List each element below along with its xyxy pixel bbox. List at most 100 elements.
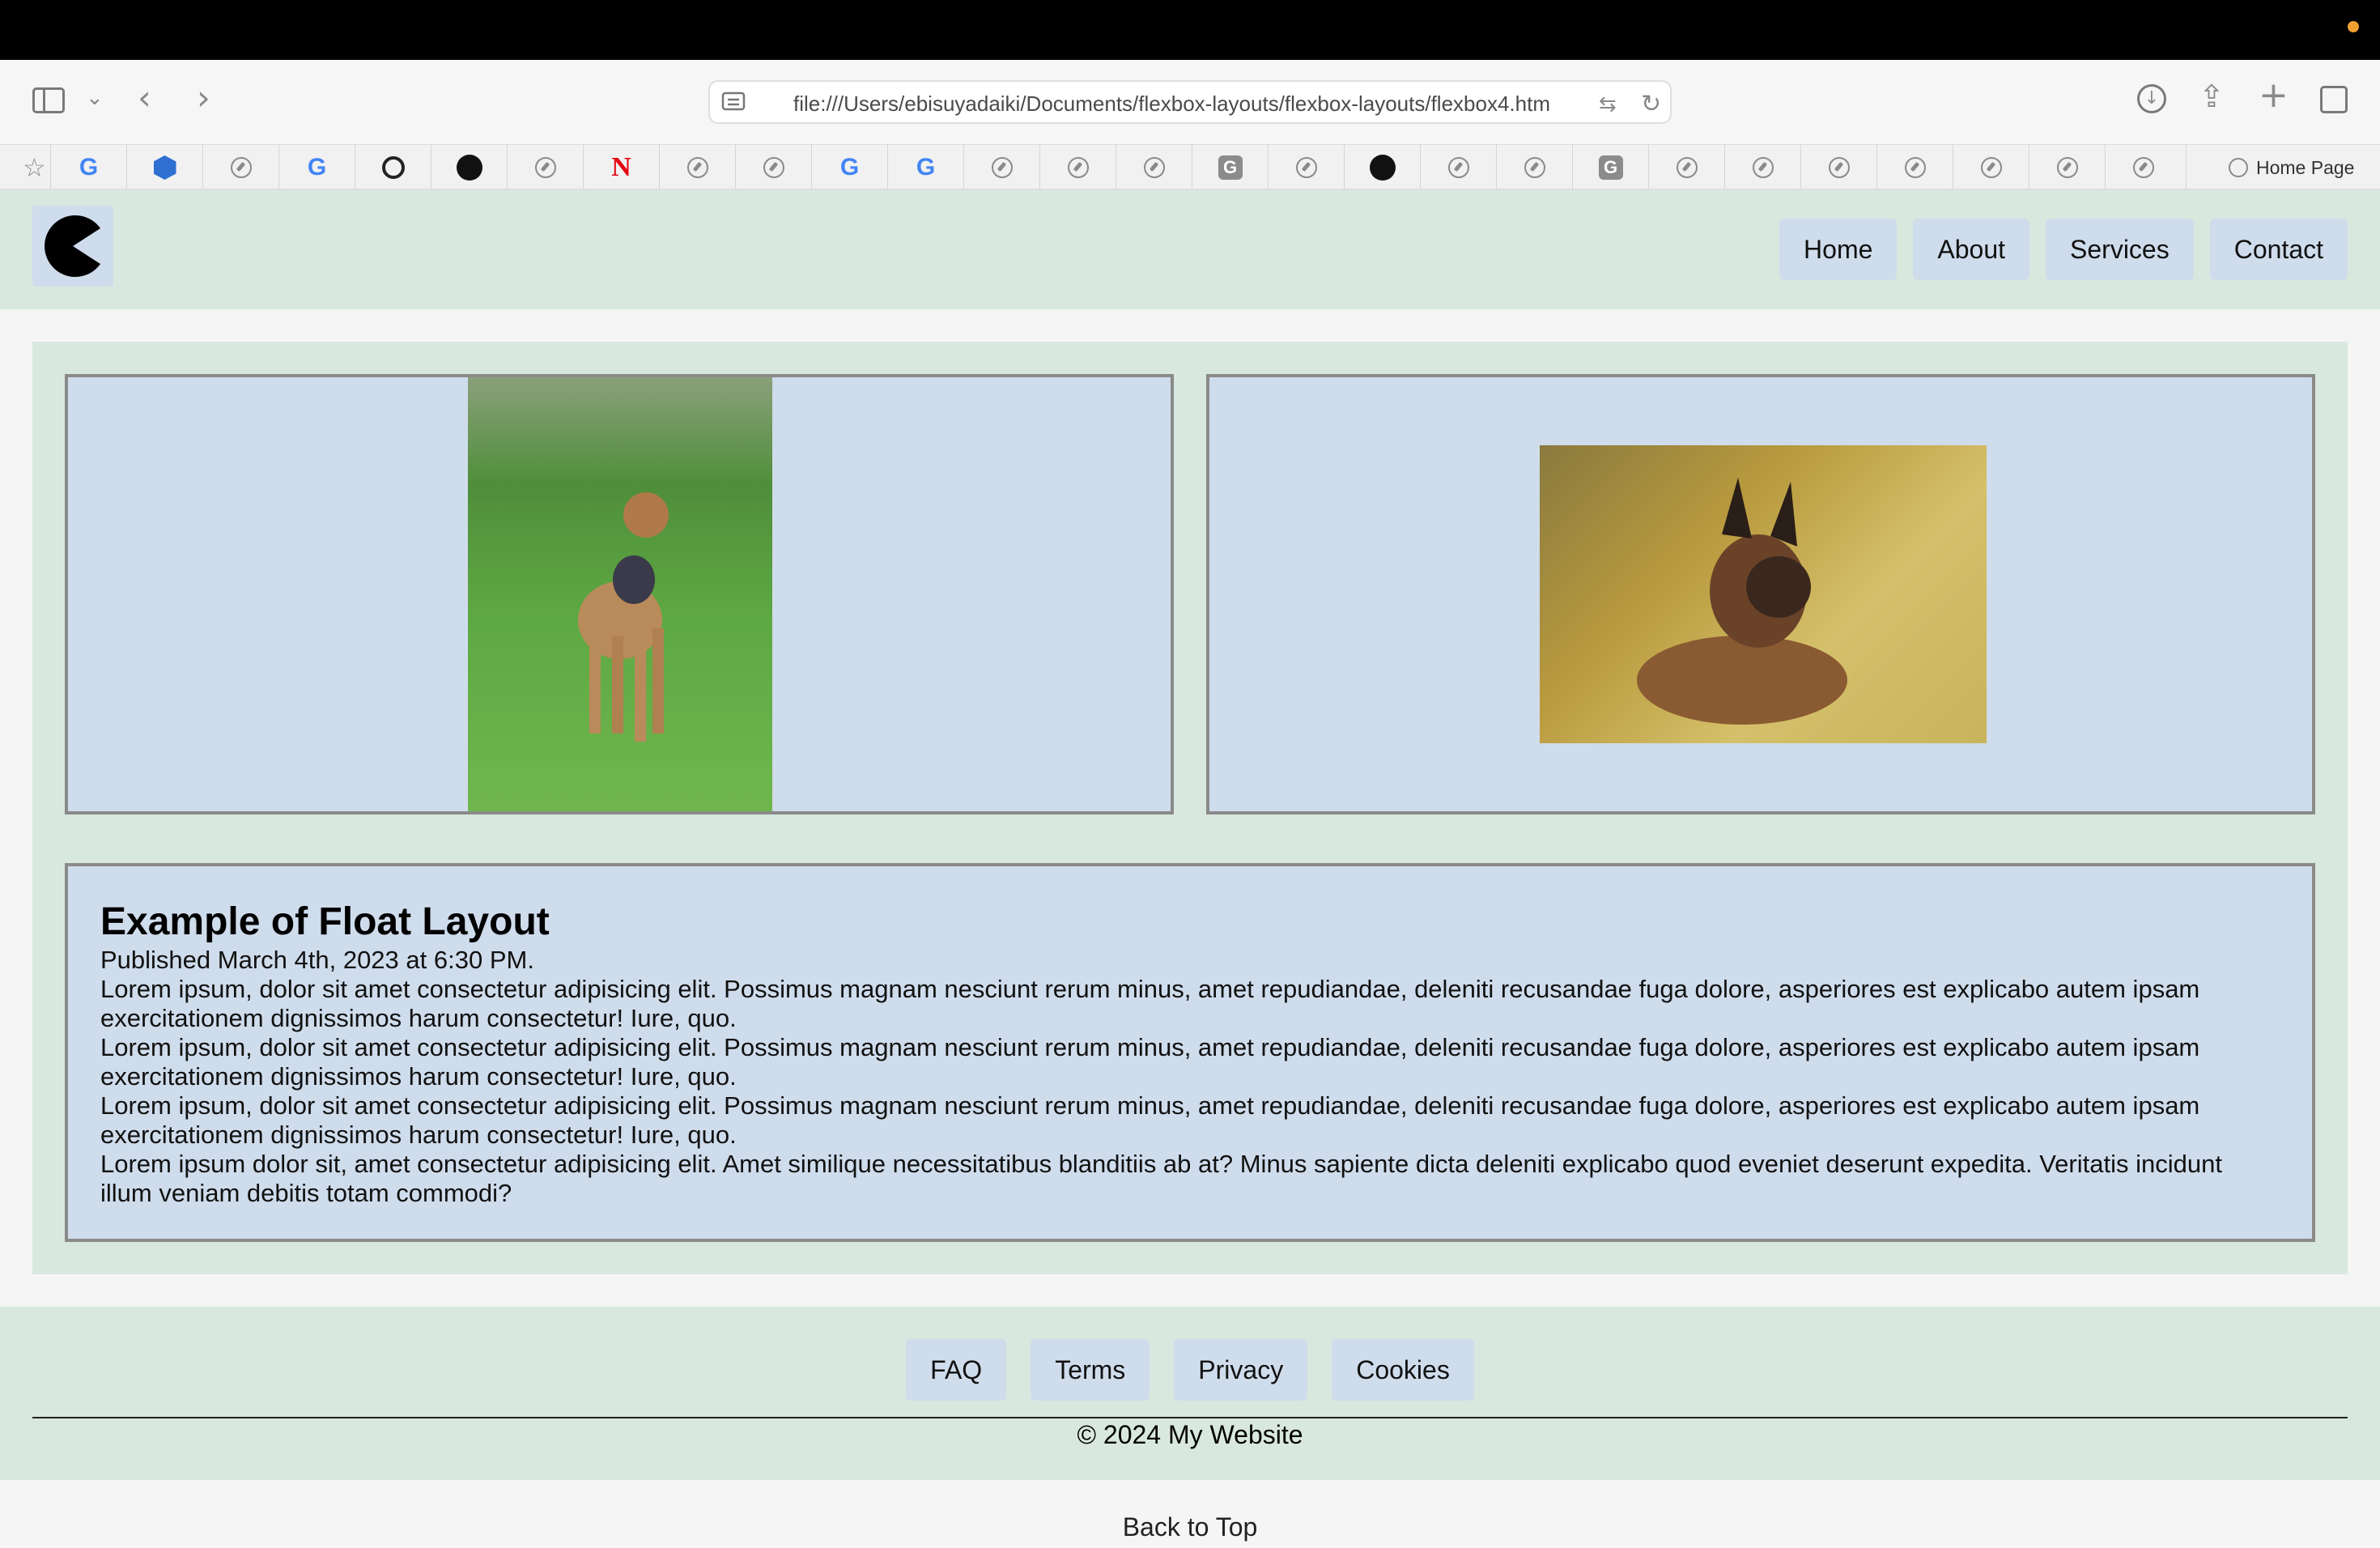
compass-icon (1067, 157, 1089, 178)
github-icon (1369, 155, 1396, 181)
favorite-item[interactable] (1953, 145, 2029, 190)
article-title: Example of Float Layout (100, 900, 550, 943)
site-footer: FAQ Terms Privacy Cookies © 2024 My Webs… (0, 1307, 2380, 1480)
favorite-item[interactable]: G (1192, 145, 1268, 190)
compass-icon (1447, 157, 1469, 178)
compass-icon (534, 157, 556, 178)
favorite-item[interactable] (1496, 145, 1572, 190)
g-box-icon: G (1598, 155, 1623, 180)
address-bar[interactable]: file:///Users/ebisuyadaiki/Documents/fle… (708, 80, 1672, 124)
favorites-bar: ☆ G G N G G G G Home Page (0, 144, 2380, 190)
favorite-item[interactable] (735, 145, 811, 190)
forward-arrow-icon[interactable]: › (197, 81, 210, 115)
netflix-icon: N (611, 152, 631, 182)
new-tab-icon[interactable]: + (2259, 78, 2289, 113)
compass-icon (1295, 157, 1317, 178)
favorite-item[interactable] (1039, 145, 1116, 190)
footer-divider (32, 1417, 2348, 1418)
image-card-shepherd (1206, 374, 2315, 814)
bookmark-star-icon[interactable]: ☆ (23, 155, 46, 181)
favorite-item[interactable]: G (887, 145, 963, 190)
google-icon: G (916, 154, 936, 181)
main-nav: Home About Services Contact (1779, 219, 2348, 280)
compass-icon (1143, 157, 1165, 178)
compass-icon (2132, 157, 2154, 178)
favorite-item[interactable] (1268, 145, 1344, 190)
article-paragraph: Lorem ipsum, dolor sit amet consectetur … (100, 1091, 2200, 1149)
favorite-item[interactable]: N (583, 145, 659, 190)
favorite-item[interactable] (1648, 145, 1724, 190)
article-paragraph: Lorem ipsum, dolor sit amet consectetur … (100, 974, 2200, 1032)
back-to-top-link[interactable]: Back to Top (0, 1512, 2380, 1542)
recording-indicator-icon (2348, 21, 2359, 32)
favorite-item[interactable] (355, 145, 431, 190)
back-arrow-icon[interactable]: ‹ (138, 81, 151, 115)
downloads-icon[interactable]: ↓ (2137, 84, 2166, 113)
nav-home-button[interactable]: Home (1779, 219, 1898, 280)
openai-icon (381, 156, 405, 179)
nav-services-button[interactable]: Services (2046, 219, 2194, 280)
nav-contact-button[interactable]: Contact (2209, 219, 2348, 280)
compass-icon (1524, 157, 1545, 178)
favorite-item[interactable] (1876, 145, 1953, 190)
article-paragraph: Lorem ipsum dolor sit, amet consectetur … (100, 1149, 2222, 1207)
footer-nav: FAQ Terms Privacy Cookies (0, 1339, 2380, 1401)
main-content: Example of Float Layout Published March … (32, 342, 2348, 1274)
nav-about-button[interactable]: About (1913, 219, 2030, 280)
footer-cookies-link[interactable]: Cookies (1332, 1339, 1474, 1401)
article-published: Published March 4th, 2023 at 6:30 PM. (100, 945, 534, 974)
google-icon: G (307, 154, 327, 181)
favorite-item[interactable] (659, 145, 735, 190)
pacman-logo-icon (45, 215, 100, 277)
favorite-item[interactable]: G (278, 145, 355, 190)
footer-privacy-link[interactable]: Privacy (1174, 1339, 1308, 1401)
sidebar-toggle-icon[interactable] (32, 87, 65, 113)
article-paragraph: Lorem ipsum, dolor sit amet consectetur … (100, 1032, 2200, 1091)
compass-icon (686, 157, 708, 178)
favorite-item[interactable] (202, 145, 278, 190)
favorite-item[interactable] (1800, 145, 1876, 190)
compass-icon (991, 157, 1013, 178)
compass-icon (230, 157, 252, 178)
terrier-dog-photo (468, 377, 772, 811)
google-icon: G (79, 154, 99, 181)
site-header: Home About Services Contact (0, 189, 2380, 309)
compass-icon (1828, 157, 1850, 178)
compass-icon (1676, 157, 1698, 178)
favorite-item[interactable]: G (50, 145, 126, 190)
footer-faq-link[interactable]: FAQ (906, 1339, 1007, 1401)
home-page-link[interactable]: Home Page (2186, 145, 2354, 190)
share-icon[interactable]: ⇪ (2199, 81, 2225, 112)
favorite-item[interactable] (1420, 145, 1496, 190)
favorite-item[interactable] (126, 145, 202, 190)
hexagon-app-icon (153, 155, 176, 180)
favorite-item[interactable]: G (811, 145, 887, 190)
copyright-text: © 2024 My Website (1077, 1420, 1303, 1449)
favorite-item[interactable] (1344, 145, 1420, 190)
article-card: Example of Float Layout Published March … (65, 863, 2315, 1242)
page-icon (721, 91, 746, 111)
site-logo[interactable] (32, 206, 113, 287)
compass-icon (1752, 157, 1774, 178)
favorite-item[interactable] (507, 145, 583, 190)
chevron-down-icon[interactable]: ⌄ (86, 87, 104, 108)
favorite-item[interactable] (1116, 145, 1192, 190)
browser-toolbar: ⌄ ‹ › file:///Users/ebisuyadaiki/Documen… (0, 60, 2380, 144)
reload-icon[interactable]: ↻ (1641, 90, 1661, 118)
footer-terms-link[interactable]: Terms (1031, 1339, 1150, 1401)
favorite-item[interactable] (963, 145, 1039, 190)
image-card-terrier (65, 374, 1174, 814)
favorite-item[interactable] (2029, 145, 2105, 190)
url-text[interactable]: file:///Users/ebisuyadaiki/Documents/fle… (793, 91, 1587, 117)
favorite-item[interactable] (1724, 145, 1800, 190)
favorite-item[interactable] (431, 145, 507, 190)
favorite-item[interactable] (2105, 145, 2181, 190)
compass-icon (763, 157, 784, 178)
compass-icon (2056, 157, 2078, 178)
favorite-item[interactable]: G (1572, 145, 1648, 190)
tab-overview-icon[interactable] (2320, 86, 2348, 113)
translate-icon[interactable]: ⇆ (1599, 91, 1617, 117)
menu-bar (0, 0, 2380, 60)
compass-icon (1980, 157, 2002, 178)
compass-icon (2229, 158, 2248, 177)
